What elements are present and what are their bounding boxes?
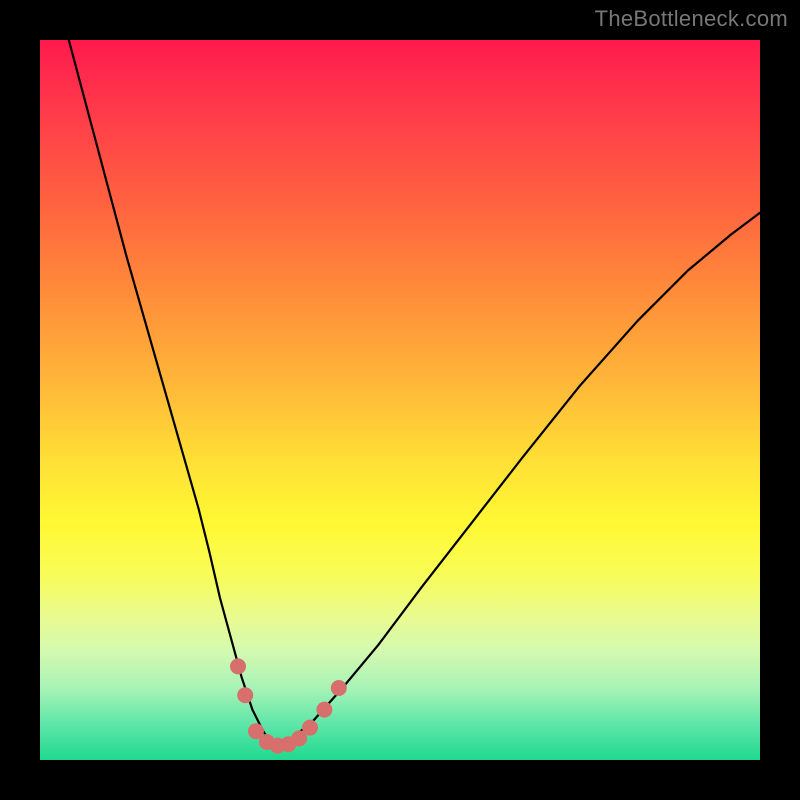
marker-dot (316, 702, 332, 718)
marker-dot (230, 658, 246, 674)
curve-left-branch (69, 40, 278, 746)
chart-svg (40, 40, 760, 760)
marker-group (230, 658, 347, 753)
marker-dot (331, 680, 347, 696)
plot-area (40, 40, 760, 760)
marker-dot (302, 720, 318, 736)
marker-dot (237, 687, 253, 703)
curve-right-branch (278, 213, 760, 746)
watermark-text: TheBottleneck.com (595, 6, 788, 32)
